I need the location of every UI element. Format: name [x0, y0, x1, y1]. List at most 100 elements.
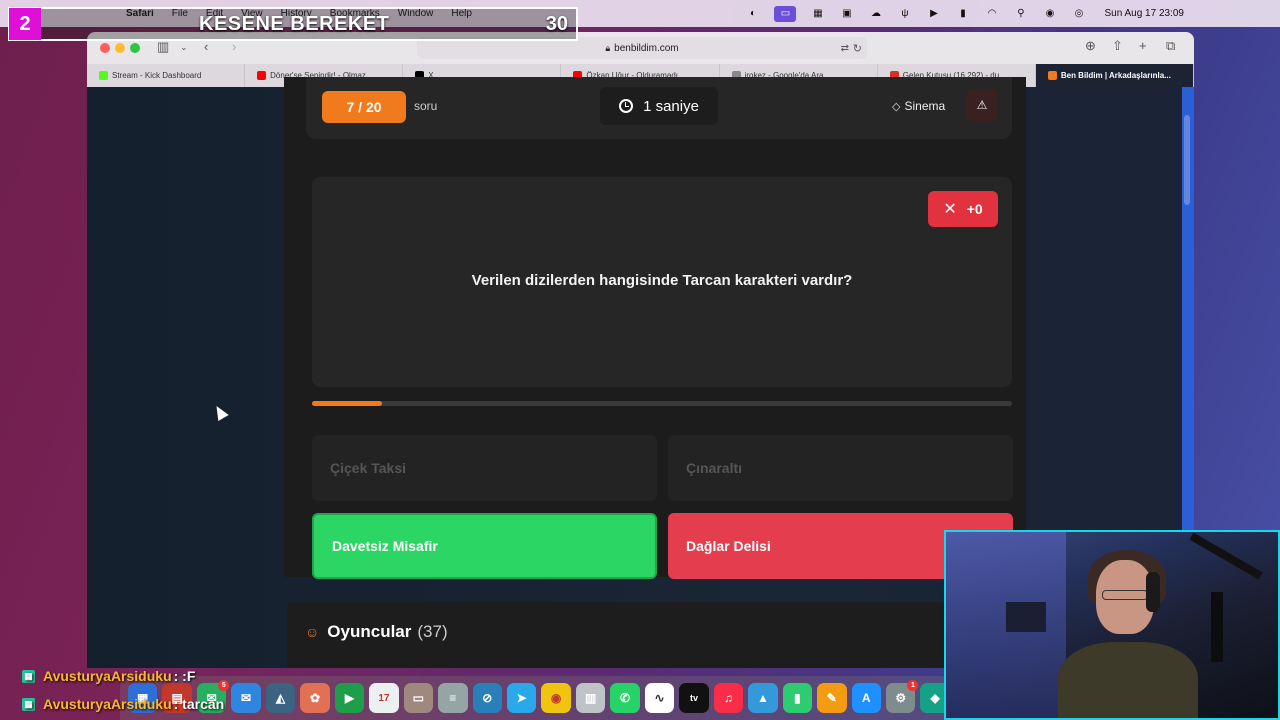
question-card: ✕ +0 Verilen dizilerden hangisinde Tarca… — [312, 177, 1012, 387]
chrome-icon[interactable]: ◉ — [541, 683, 571, 713]
minimize-window-button[interactable] — [115, 43, 125, 53]
penalty-value: +0 — [966, 201, 983, 217]
siri-icon[interactable]: ◎ — [1071, 8, 1086, 19]
close-window-button[interactable] — [100, 43, 110, 53]
dock: ▦ ▤ ✉ 5 ✉ ◭ ✿ ▶ 17 ▭ ≡ ⊘ ➤ ◉ ▥ ✆ ∿ tv ♫ ▲… — [120, 676, 950, 720]
stream-overlay-banner: 2 KESENE BEREKET 30 — [8, 7, 578, 41]
players-title: Oyuncular — [327, 622, 412, 641]
wifi-icon[interactable]: ◠ — [984, 8, 999, 19]
screen-share-icon[interactable]: ▭ — [774, 5, 797, 22]
obs-icon[interactable]: ◐ — [745, 8, 760, 19]
scrollbar-thumb[interactable] — [1184, 115, 1190, 205]
control-center-icon[interactable]: ◉ — [1042, 8, 1057, 19]
tab-overview-icon[interactable]: ⧉ — [1166, 38, 1175, 54]
webcam-body — [1058, 642, 1198, 718]
url-text: benbildim.com — [614, 42, 679, 54]
webcam-feed — [944, 530, 1280, 720]
tag-icon: ◇ — [892, 100, 901, 113]
reminders-icon[interactable]: ≡ — [438, 683, 468, 713]
chevron-down-icon[interactable]: ⌄ — [180, 42, 188, 53]
overlay-score: 30 — [545, 12, 568, 35]
downloads-icon[interactable]: ⊕ — [1085, 38, 1096, 54]
share-icon[interactable]: ⇧ — [1112, 38, 1123, 54]
chat-badge-icon: ▦ — [22, 669, 35, 683]
question-text: Verilen dizilerden hangisinde Tarcan kar… — [471, 272, 853, 289]
menubar-clock[interactable]: Sun Aug 17 23:09 — [1104, 8, 1184, 19]
players-section: ☺ Oyuncular (37) — [287, 602, 1027, 668]
telegram-icon[interactable]: ➤ — [506, 683, 537, 713]
chat-message: ▦ AvusturyaArsiduku : tarcan — [22, 696, 224, 712]
chat-text: : :F — [173, 668, 196, 684]
overlay-rank: 2 — [9, 8, 41, 40]
grid-icon[interactable]: ▦ — [810, 8, 825, 19]
tab-label: Stream - Kick Dashboard — [112, 71, 202, 80]
mic-icon[interactable]: ψ — [897, 8, 912, 19]
facetime-icon[interactable]: ▶ — [334, 683, 365, 713]
answer-option-2[interactable]: Çınaraltı — [668, 435, 1013, 501]
freeform-icon[interactable]: ∿ — [644, 683, 675, 713]
chat-message: ▦ AvusturyaArsiduku : :F — [22, 668, 195, 684]
battery-icon[interactable]: ▮ — [955, 8, 970, 19]
question-progress-bar — [312, 401, 1012, 406]
photos-icon[interactable]: ✿ — [300, 683, 330, 713]
status-area: ◐ ▭ ▦ ▣ ☁ ψ ▶ ▮ ◠ ⚲ ◉ ◎ Sun Aug 17 23:09 — [745, 5, 1184, 22]
cloud-icon[interactable]: ☁ — [868, 8, 883, 19]
webcam-glasses — [1102, 590, 1148, 600]
system-settings-icon[interactable]: ⚙ 1 — [885, 680, 919, 713]
back-icon[interactable]: ‹ — [204, 39, 208, 54]
zoom-window-button[interactable] — [130, 43, 140, 53]
answer-option-3[interactable]: Davetsiz Misafir — [312, 513, 657, 579]
webcam-mic — [1211, 592, 1223, 662]
files-icon[interactable]: ▥ — [575, 683, 606, 713]
progress-fill — [312, 401, 382, 406]
sidebar-icon[interactable]: ▥ — [157, 39, 169, 55]
pages-icon[interactable]: ✎ — [817, 683, 847, 713]
question-counter: 7 / 20 — [322, 91, 406, 123]
report-button[interactable]: ⚠ — [966, 89, 998, 121]
translate-icon[interactable]: ⇄ — [841, 43, 849, 54]
quiz-topbar: 7 / 20 soru 1 saniye ◇ Sinema ⚠ — [306, 77, 1012, 139]
music-icon[interactable]: ♫ — [713, 683, 744, 713]
users-icon: ☺ — [305, 624, 320, 640]
maps-icon[interactable]: ◭ — [265, 683, 296, 713]
tab-label: Ben Bildim | Arkadaşlarınla... — [1060, 71, 1171, 80]
notes-icon[interactable]: ▭ — [403, 683, 434, 713]
benbildim-icon — [1047, 71, 1057, 80]
category-label: Sinema — [904, 99, 946, 113]
search-icon[interactable]: ⚲ — [1013, 8, 1028, 19]
webcam-monitor — [1006, 602, 1046, 632]
answer-option-1[interactable]: Çiçek Taksi — [312, 435, 657, 501]
timer: 1 saniye — [600, 87, 718, 125]
keynote-icon[interactable]: ▲ — [748, 683, 778, 713]
vpn-icon[interactable]: ▣ — [839, 8, 854, 19]
play-icon[interactable]: ▶ — [926, 8, 941, 19]
apple-tv-icon[interactable]: tv — [679, 683, 709, 713]
youtube-icon — [257, 71, 267, 80]
new-tab-icon[interactable]: + — [1139, 38, 1147, 53]
overlay-name: KESENE BEREKET — [199, 12, 390, 35]
question-counter-label: soru — [414, 99, 438, 113]
chat-badge-icon: ▦ — [22, 697, 35, 711]
calendar-icon[interactable]: 17 — [369, 683, 399, 713]
clock-icon — [619, 99, 634, 113]
kick-icon — [99, 71, 108, 80]
lock-icon: 🔒︎ — [605, 42, 611, 53]
timer-text: 1 saniye — [643, 97, 699, 115]
whatsapp-icon[interactable]: ✆ — [610, 683, 640, 713]
mail-icon[interactable]: ✉ — [231, 683, 261, 713]
tab-benbildim[interactable]: Ben Bildim | Arkadaşlarınla... — [1035, 64, 1194, 87]
penalty-badge: ✕ +0 — [928, 191, 998, 227]
chat-text: : tarcan — [173, 696, 225, 712]
forward-icon[interactable]: › — [232, 39, 236, 54]
webcam-mic-arm — [1189, 532, 1263, 580]
warning-icon: ⚠ — [976, 98, 988, 112]
quiz-panel: 7 / 20 soru 1 saniye ◇ Sinema ⚠ ✕ +0 Ver… — [284, 77, 1026, 579]
app-store-icon[interactable]: A — [851, 683, 881, 713]
safari-icon[interactable]: ⊘ — [472, 683, 502, 713]
chat-username: AvusturyaArsiduku — [43, 696, 172, 712]
players-header: ☺ Oyuncular (37) — [305, 622, 448, 642]
numbers-icon[interactable]: ▮ — [782, 683, 813, 713]
reload-icon[interactable]: ↻ — [853, 42, 862, 55]
tab-kick[interactable]: Stream - Kick Dashboard — [87, 64, 246, 87]
close-icon: ✕ — [943, 201, 957, 218]
